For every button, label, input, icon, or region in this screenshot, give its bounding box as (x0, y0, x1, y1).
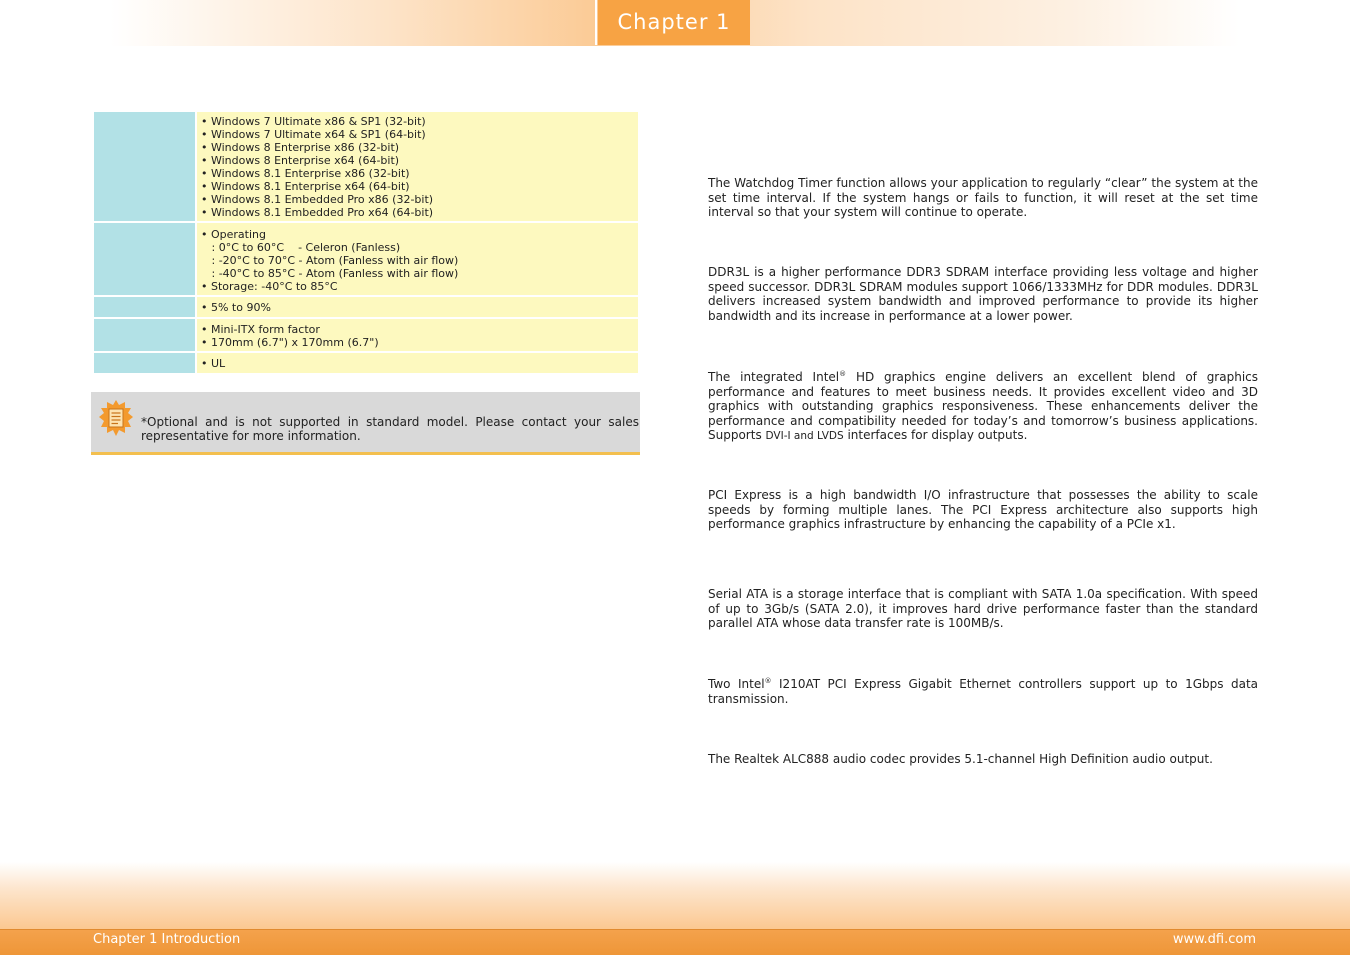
graphics-interfaces: DVI-I and LVDS (765, 430, 844, 442)
spec-value-cell: • Mini-ITX form factor • 170mm (6.7") x … (195, 317, 640, 353)
spec-value-cell: • Windows 7 Ultimate x86 & SP1 (32-bit) … (195, 110, 640, 223)
note-icon (99, 400, 133, 436)
audio-paragraph: The Realtek ALC888 audio codec provides … (708, 752, 1213, 766)
table-row: • Operating : 0°C to 60°C - Celeron (Fan… (92, 221, 640, 297)
spec-line: • 5% to 90% (201, 301, 271, 314)
spec-line: • Windows 8.1 Enterprise x64 (64-bit) (201, 180, 410, 193)
spec-line: • Windows 8.1 Enterprise x86 (32-bit) (201, 167, 410, 180)
spec-line: • Storage: -40°C to 85°C (201, 280, 338, 293)
footer-chapter-label: Chapter 1 Introduction (93, 932, 241, 947)
lan-text: Two Intel (708, 677, 765, 691)
spec-line: • Operating (201, 228, 266, 241)
table-row: • Mini-ITX form factor • 170mm (6.7") x … (92, 317, 640, 353)
spec-line: : 0°C to 60°C - Celeron (Fanless) (201, 241, 401, 254)
spec-line: • Mini-ITX form factor (201, 323, 320, 336)
table-row: • UL (92, 351, 640, 375)
sata-paragraph: Serial ATA is a storage interface that i… (708, 587, 1258, 630)
ddr3l-paragraph: DDR3L is a higher performance DDR3 SDRAM… (708, 265, 1258, 323)
spec-line: • UL (201, 357, 226, 370)
graphics-text: interfaces for display outputs. (843, 428, 1028, 442)
spec-table: • Windows 7 Ultimate x86 & SP1 (32-bit) … (92, 110, 640, 375)
pcie-paragraph: PCI Express is a high bandwidth I/O infr… (708, 488, 1258, 531)
table-row: • Windows 7 Ultimate x86 & SP1 (32-bit) … (92, 110, 640, 223)
spec-value-cell: • 5% to 90% (195, 295, 640, 319)
spec-label-cell (92, 317, 197, 353)
note-text: *Optional and is not supported in standa… (141, 415, 639, 443)
graphics-text: The integrated Intel (708, 370, 840, 384)
note-box: *Optional and is not supported in standa… (91, 392, 640, 455)
footer-website[interactable]: www.dfi.com (1173, 931, 1256, 949)
footer-band (0, 862, 1350, 930)
spec-label-cell (92, 110, 197, 223)
registered-mark: ® (764, 677, 772, 685)
spec-line: : -20°C to 70°C - Atom (Fanless with air… (201, 254, 459, 267)
spec-line: • Windows 8.1 Embedded Pro x86 (32-bit) (201, 193, 434, 206)
spec-line: • 170mm (6.7") x 170mm (6.7") (201, 336, 379, 349)
spec-line: • Windows 7 Ultimate x64 & SP1 (64-bit) (201, 128, 426, 141)
spec-line: : -40°C to 85°C - Atom (Fanless with air… (201, 267, 459, 280)
graphics-paragraph: The integrated Intel® HD graphics engine… (708, 370, 1258, 444)
lan-text: I210AT PCI Express Gigabit Ethernet cont… (708, 677, 1258, 706)
lan-paragraph: Two Intel® I210AT PCI Express Gigabit Et… (708, 677, 1258, 706)
chapter-tab: Chapter 1 (598, 0, 750, 45)
spec-value-cell: • Operating : 0°C to 60°C - Celeron (Fan… (195, 221, 640, 297)
header-divider (595, 0, 597, 45)
spec-line: • Windows 7 Ultimate x86 & SP1 (32-bit) (201, 115, 426, 128)
spec-label-cell (92, 221, 197, 297)
spec-label-cell (92, 295, 197, 319)
table-row: • 5% to 90% (92, 295, 640, 319)
spec-line: • Windows 8 Enterprise x64 (64-bit) (201, 154, 400, 167)
spec-label-cell (92, 351, 197, 375)
watchdog-paragraph: The Watchdog Timer function allows your … (708, 176, 1258, 219)
spec-line: • Windows 8 Enterprise x86 (32-bit) (201, 141, 400, 154)
spec-line: • Windows 8.1 Embedded Pro x64 (64-bit) (201, 206, 434, 219)
spec-value-cell: • UL (195, 351, 640, 375)
